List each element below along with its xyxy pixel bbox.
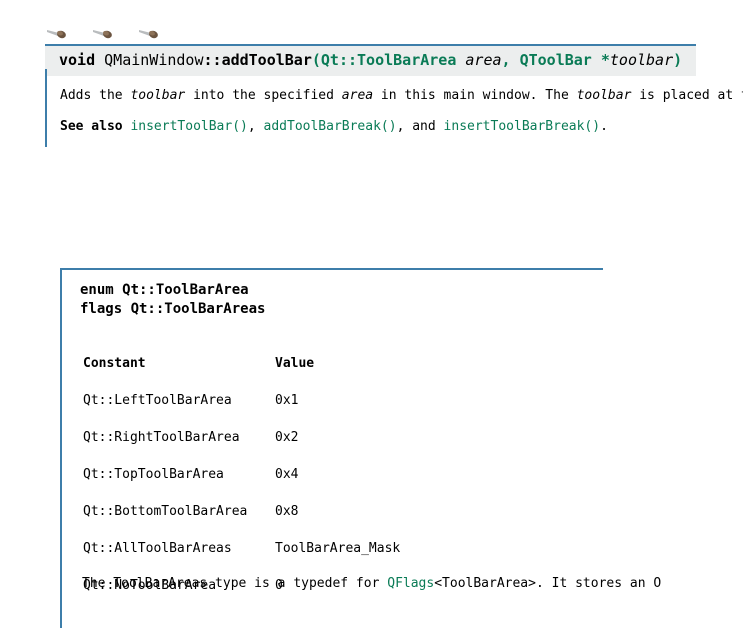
constant-value: 0x1 [275,393,299,408]
see-also-conjunction: , and [396,119,444,134]
scope-operator: :: [203,51,222,69]
open-paren: ( [311,51,321,69]
constant-value: ToolBarArea_Mask [275,541,401,556]
constant-value: 0x4 [275,467,299,482]
desc-seg-0: Adds the [60,88,131,103]
table-row: Qt::BottomToolBarArea 0x8 [83,504,475,541]
column-header-constant: Constant [83,356,146,371]
enum-note-prefix: The ToolBarAreas type is a typedef for [82,576,388,591]
pin-icon-2[interactable] [92,28,118,40]
pin-icon-1[interactable] [46,28,72,40]
qflags-link[interactable]: QFlags [387,576,434,591]
desc-seg-1-toolbar: toolbar [130,88,186,103]
table-row: Qt::AllToolBarAreas ToolBarArea_Mask [83,541,475,578]
table-row: Qt::RightToolBarArea 0x2 [83,430,475,467]
constant-name: Qt::BottomToolBarArea [83,504,248,519]
function-name: addToolBar [221,51,312,69]
enum-title-line-2: flags Qt::ToolBarAreas [80,301,266,317]
constant-value: 0x8 [275,504,299,519]
enum-title-line-1: enum Qt::ToolBarArea [80,282,249,298]
table-header-row: Constant Value [83,356,475,393]
enum-body: enum Qt::ToolBarArea flags Qt::ToolBarAr… [60,270,661,628]
desc-seg-3-area: area [341,88,374,103]
param2-name: toolbar [609,51,674,69]
enum-block: enum Qt::ToolBarArea flags Qt::ToolBarAr… [60,268,661,628]
see-also-link-3[interactable]: insertToolBarBreak() [444,119,601,134]
desc-seg-2: into the specified [185,88,342,103]
class-name: QMainWindow [104,51,204,69]
see-also-link-1[interactable]: insertToolBar() [130,119,247,134]
param-comma: , [501,51,511,69]
param2-pointer-star: * [600,51,610,69]
enum-note-template-arg: <ToolBarArea> [434,576,536,591]
desc-seg-4: in this main window. The [373,88,577,103]
see-also-link-2[interactable]: addToolBarBreak() [264,119,397,134]
see-also-line: See also insertToolBar(), addToolBarBrea… [60,119,608,135]
description-paragraph: Adds the toolbar into the specified area… [60,88,743,104]
constant-value: 0x2 [275,430,299,445]
top-icon-strip [0,0,743,44]
see-also-label: See also [60,119,123,134]
description-body: Adds the toolbar into the specified area… [45,69,743,147]
enum-note-suffix: . It stores an O [535,576,662,591]
table-row: Qt::TopToolBarArea 0x4 [83,467,475,504]
column-header-value: Value [275,356,315,371]
constant-name: Qt::AllToolBarAreas [83,541,232,556]
return-type: void [59,51,96,69]
constant-name: Qt::TopToolBarArea [83,467,224,482]
param1-name: area [465,51,502,69]
pin-icon-3[interactable] [138,28,164,40]
see-also-terminator: . [600,119,608,134]
enum-note: The ToolBarAreas type is a typedef for Q… [82,576,661,592]
table-row: Qt::LeftToolBarArea 0x1 [83,393,475,430]
constant-name: Qt::RightToolBarArea [83,430,240,445]
desc-seg-6: is placed at th [639,88,743,103]
param1-type-link[interactable]: Qt::ToolBarArea [321,51,456,69]
see-also-sep-1: , [247,119,264,134]
constant-name: Qt::LeftToolBarArea [83,393,232,408]
close-paren: ) [673,51,683,69]
desc-seg-5-toolbar: toolbar [576,88,632,103]
param2-type-link[interactable]: QToolBar [520,51,592,69]
